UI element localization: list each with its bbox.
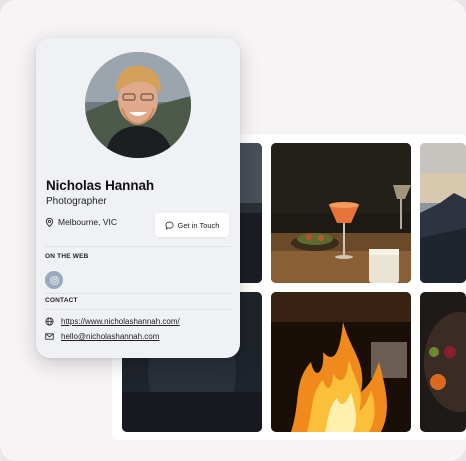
divider — [45, 309, 231, 310]
globe-icon — [45, 317, 54, 326]
location-label: Melbourne, VIC — [58, 217, 118, 227]
email-link[interactable]: hello@nicholashannah.com — [61, 332, 159, 341]
gallery-photo-food-closeup[interactable] — [420, 292, 466, 432]
location: Melbourne, VIC — [45, 217, 117, 227]
website-link[interactable]: https://www.nicholashannah.com/ — [61, 317, 180, 326]
get-in-touch-button[interactable]: Get in Touch — [155, 213, 229, 237]
gallery-photo-flames[interactable] — [271, 292, 411, 432]
profile-card: Nicholas Hannah Photographer Melbourne, … — [36, 38, 240, 358]
mail-icon — [45, 332, 54, 341]
chat-bubble-icon — [164, 221, 174, 230]
gallery-photo-landscape[interactable] — [420, 143, 466, 283]
profile-role: Photographer — [46, 196, 107, 207]
gallery-photo-cocktails[interactable] — [271, 143, 411, 283]
instagram-link[interactable] — [45, 271, 63, 289]
divider — [45, 246, 231, 247]
get-in-touch-label: Get in Touch — [177, 220, 220, 230]
divider — [45, 293, 231, 294]
map-pin-icon — [45, 217, 54, 227]
section-label-web: ON THE WEB — [45, 253, 89, 260]
contact-website-row: https://www.nicholashannah.com/ — [45, 317, 180, 326]
profile-name: Nicholas Hannah — [46, 178, 155, 193]
instagram-icon — [49, 275, 59, 285]
contact-email-row: hello@nicholashannah.com — [45, 332, 159, 341]
avatar — [85, 52, 191, 158]
section-label-contact: CONTACT — [45, 297, 78, 304]
